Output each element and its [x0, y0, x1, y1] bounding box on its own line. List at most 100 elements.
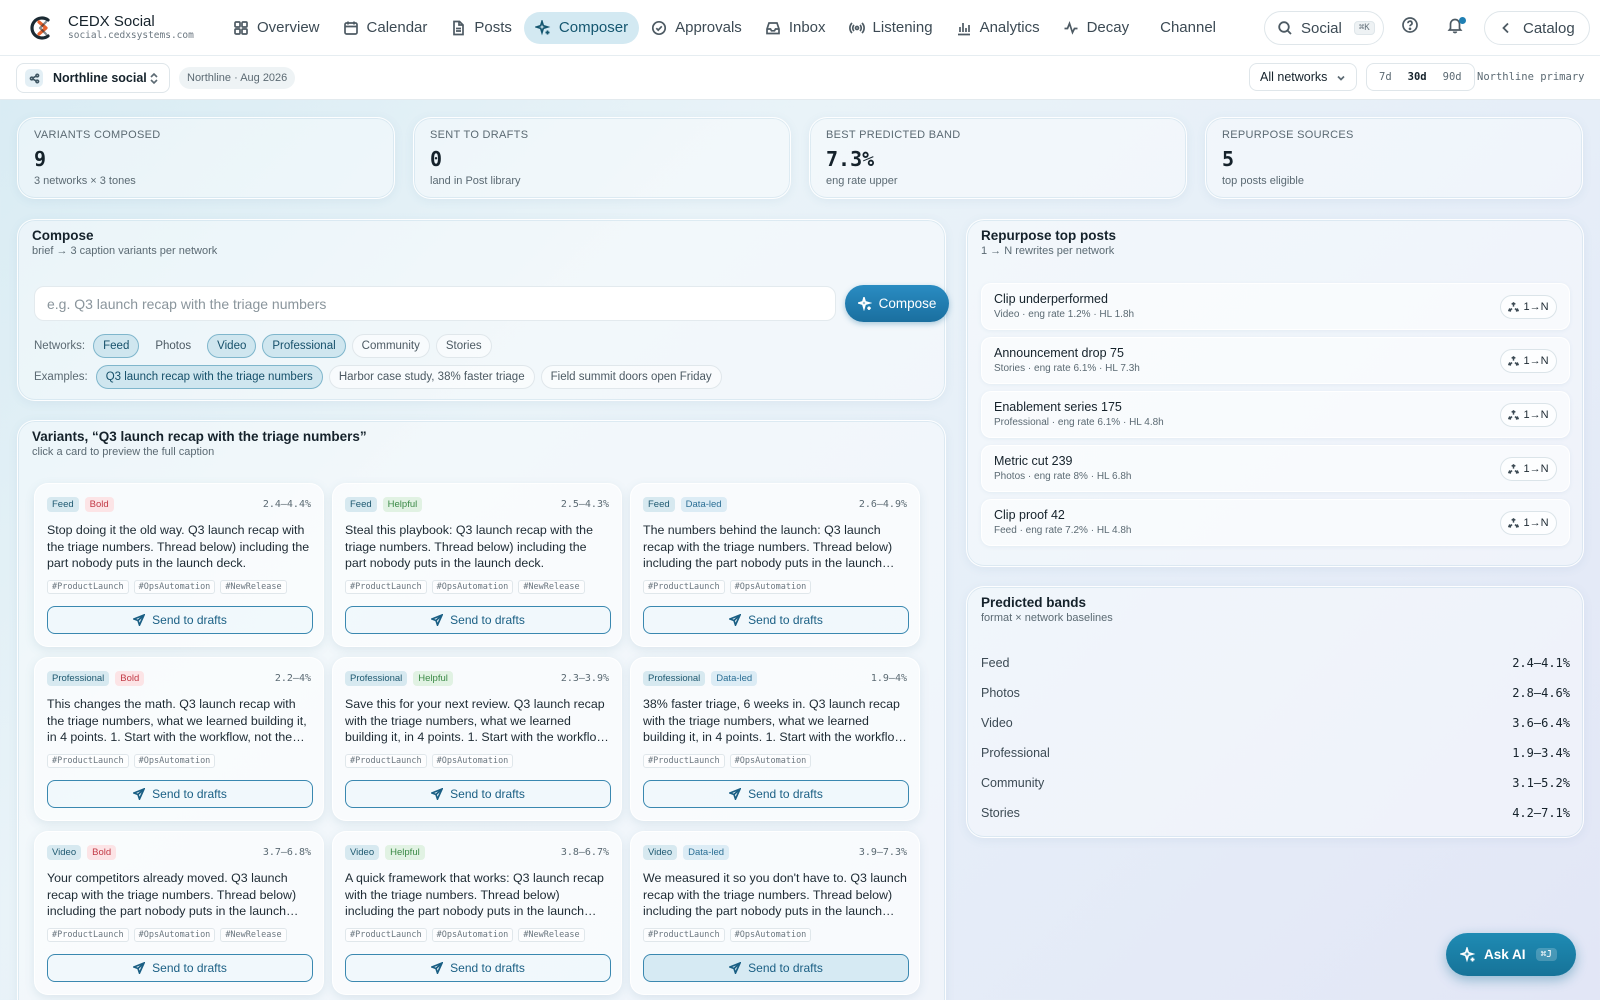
- global-search[interactable]: Social ⌘K: [1264, 11, 1384, 45]
- band-value: 1.9–3.4%: [1512, 746, 1570, 760]
- repurpose-item[interactable]: Enablement series 175 Professional · eng …: [981, 391, 1570, 438]
- send-to-drafts-button[interactable]: Send to drafts: [345, 954, 611, 982]
- repurpose-1-to-n-button[interactable]: 1→N: [1500, 403, 1557, 427]
- band-row: Photos 2.8–4.6%: [981, 683, 1570, 703]
- hashtag: #OpsAutomation: [133, 754, 216, 768]
- tone-tag: Helpful: [413, 670, 453, 686]
- network-chip-video[interactable]: Video: [207, 334, 257, 358]
- repurpose-post-name: Clip underperformed: [994, 292, 1108, 306]
- band-row: Stories 4.2–7.1%: [981, 803, 1570, 823]
- help-button[interactable]: [1401, 16, 1423, 38]
- ask-ai-button[interactable]: Ask AI ⌘J: [1446, 933, 1576, 976]
- variant-card[interactable]: Feed Bold 2.4–4.4% Stop doing it the old wa…: [34, 483, 324, 647]
- send-to-drafts-button[interactable]: Send to drafts: [643, 954, 909, 982]
- send-to-drafts-button[interactable]: Send to drafts: [47, 780, 313, 808]
- variant-card-header: Video Bold 3.7–6.8%: [47, 844, 311, 860]
- repurpose-post-meta: Feed · eng rate 7.2% · HL 4.8h: [994, 525, 1132, 536]
- repurpose-1-to-n-button[interactable]: 1→N: [1500, 511, 1557, 535]
- network-chip-stories[interactable]: Stories: [435, 334, 492, 358]
- repurpose-1-to-n-button[interactable]: 1→N: [1500, 295, 1557, 319]
- network-chip-feed[interactable]: Feed: [93, 334, 140, 358]
- variant-card[interactable]: Video Data-led 3.9–7.3% We measured it so y…: [630, 831, 920, 995]
- send-to-drafts-button[interactable]: Send to drafts: [47, 954, 313, 982]
- repurpose-item[interactable]: Clip underperformed Video · eng rate 1.2%…: [981, 283, 1570, 330]
- repurpose-item[interactable]: Clip proof 42 Feed · eng rate 7.2% · HL 4…: [981, 499, 1570, 546]
- kpi-card-repurpose: Repurpose sources 5 top posts eligible: [1205, 117, 1583, 199]
- repurpose-post-name: Clip proof 42: [994, 508, 1065, 522]
- network-tag: Professional: [47, 670, 110, 686]
- compose-button[interactable]: Compose: [845, 285, 949, 322]
- variant-card-header: Professional Bold 2.2–4%: [47, 670, 311, 686]
- variant-card[interactable]: Professional Helpful 2.3–3.9% Save this for…: [332, 657, 622, 821]
- nav-item-composer[interactable]: Composer: [523, 11, 640, 44]
- recycle-icon: [1508, 355, 1520, 366]
- send-icon: [729, 614, 742, 626]
- send-to-drafts-button[interactable]: Send to drafts: [643, 780, 909, 808]
- send-to-drafts-button[interactable]: Send to drafts: [643, 606, 909, 634]
- nav-item-decay[interactable]: Decay: [1052, 12, 1141, 44]
- workspace-select[interactable]: Northline social: [16, 63, 170, 93]
- network-chip-professional[interactable]: Professional: [262, 334, 346, 358]
- nav-item-calendar[interactable]: Calendar: [332, 12, 439, 44]
- nav-label: Posts: [474, 19, 512, 36]
- repurpose-button-label: 1→N: [1523, 517, 1549, 529]
- variant-card[interactable]: Professional Data-led 1.9–4% 38% faster tri…: [630, 657, 920, 821]
- repurpose-button-label: 1→N: [1523, 409, 1549, 421]
- send-icon: [729, 962, 742, 974]
- variant-card[interactable]: Professional Bold 2.2–4% This changes the m…: [34, 657, 324, 821]
- hashtag: #NewRelease: [518, 580, 585, 594]
- send-to-drafts-button[interactable]: Send to drafts: [47, 606, 313, 634]
- repurpose-item[interactable]: Metric cut 239 Photos · eng rate 8% · HL …: [981, 445, 1570, 492]
- caption-text: Steal this playbook: Q3 launch recap wit…: [345, 523, 593, 570]
- top-nav: CEDX Social social.cedxsystems.com Overv…: [0, 0, 1600, 56]
- example-chip[interactable]: Q3 launch recap with the triage numbers: [95, 365, 323, 389]
- nav-item-inbox[interactable]: Inbox: [754, 12, 837, 44]
- range-30d[interactable]: 30d: [1400, 67, 1435, 87]
- variant-card[interactable]: Feed Helpful 2.5–4.3% Steal this playbook: …: [332, 483, 622, 647]
- nav-item-posts[interactable]: Posts: [439, 12, 523, 44]
- example-chip[interactable]: Harbor case study, 38% faster triage: [328, 365, 535, 389]
- repurpose-post-name: Metric cut 239: [994, 454, 1073, 468]
- predicted-band: 2.6–4.9%: [858, 498, 907, 510]
- catalog-button[interactable]: Catalog: [1484, 11, 1590, 45]
- network-chip-community[interactable]: Community: [351, 334, 430, 358]
- nav-item-approvals[interactable]: Approvals: [640, 12, 753, 44]
- network-tag: Professional: [643, 670, 706, 686]
- kpi-sub: top posts eligible: [1222, 175, 1304, 187]
- variant-card[interactable]: Video Helpful 3.8–6.7% A quick framework th…: [332, 831, 622, 995]
- send-icon: [729, 788, 742, 800]
- nav-item-listening[interactable]: Listening: [838, 12, 944, 44]
- document-icon: [453, 20, 465, 35]
- network-chip-photos[interactable]: Photos: [145, 334, 201, 358]
- cedx-logo-icon: [30, 15, 50, 40]
- variants-subtitle: click a card to preview the full caption: [32, 446, 215, 458]
- variant-card[interactable]: Feed Data-led 2.6–4.9% The numbers behind t…: [630, 483, 920, 647]
- notifications-button[interactable]: [1446, 16, 1468, 38]
- repurpose-item[interactable]: Announcement drop 75 Stories · eng rate 6…: [981, 337, 1570, 384]
- send-to-drafts-button[interactable]: Send to drafts: [345, 780, 611, 808]
- brief-input[interactable]: e.g. Q3 launch recap with the triage num…: [34, 286, 836, 321]
- hashtag-list: #ProductLaunch #OpsAutomation: [643, 928, 907, 942]
- kpi-value: 7.3%: [826, 147, 875, 171]
- brand[interactable]: CEDX Social social.cedxsystems.com: [26, 13, 222, 43]
- send-to-drafts-label: Send to drafts: [450, 787, 525, 801]
- nav-item-analytics[interactable]: Analytics: [945, 12, 1051, 44]
- example-chip[interactable]: Field summit doors open Friday: [540, 365, 722, 389]
- sparkle-icon: [857, 296, 872, 311]
- nav-item-channel[interactable]: Channel: [1141, 12, 1223, 44]
- chevron-updown-icon: [150, 72, 158, 85]
- check-circle-icon: [652, 20, 667, 35]
- repurpose-1-to-n-button[interactable]: 1→N: [1500, 457, 1557, 481]
- nav-item-overview[interactable]: Overview: [222, 12, 331, 44]
- range-7d[interactable]: 7d: [1371, 67, 1400, 87]
- hashtag: #NewRelease: [220, 928, 287, 942]
- recycle-icon: [1508, 517, 1520, 528]
- send-to-drafts-button[interactable]: Send to drafts: [345, 606, 611, 634]
- variant-card[interactable]: Video Bold 3.7–6.8% Your competitors alread…: [34, 831, 324, 995]
- range-90d[interactable]: 90d: [1435, 67, 1470, 87]
- repurpose-post-meta: Professional · eng rate 6.1% · HL 4.8h: [994, 417, 1164, 428]
- network-filter-select[interactable]: All networks: [1249, 63, 1357, 91]
- kpi-sub: 3 networks × 3 tones: [34, 175, 136, 187]
- repurpose-1-to-n-button[interactable]: 1→N: [1500, 349, 1557, 373]
- hashtag: #OpsAutomation: [133, 580, 216, 594]
